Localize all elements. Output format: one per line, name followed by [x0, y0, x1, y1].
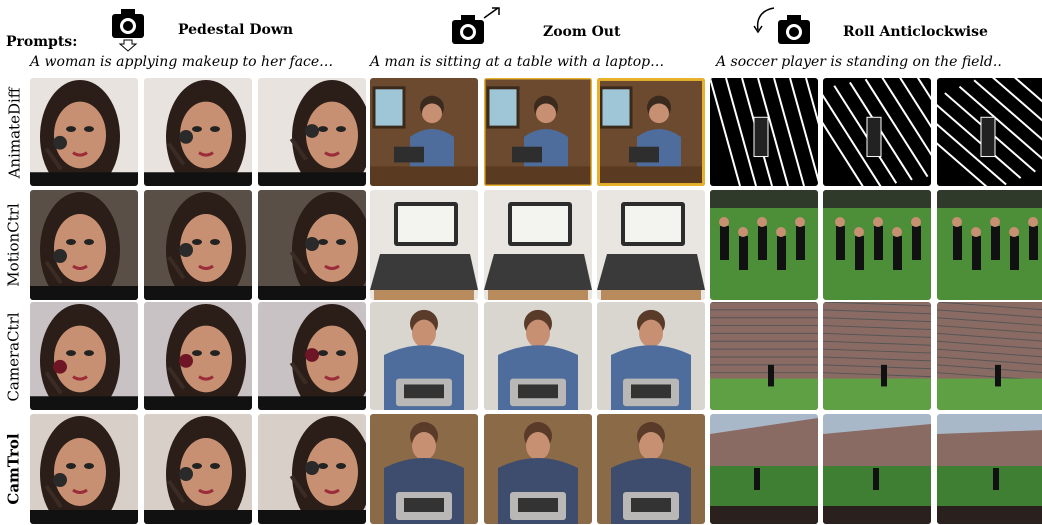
frame-animatediff-makeup-2 — [144, 78, 252, 186]
prompts-label: Prompts: — [6, 34, 78, 50]
frame-motionctrl-laptop-1 — [370, 190, 478, 300]
motion-label-roll-anticlockwise: Roll Anticlockwise — [843, 24, 988, 40]
camera-zoom-out-icon — [450, 6, 506, 52]
prompt-text-2: A man is sitting at a table with a lapto… — [370, 54, 665, 70]
frame-animatediff-soccer-3 — [937, 78, 1042, 186]
frame-cameractrl-soccer-1 — [710, 302, 818, 410]
row-label-camtrol: CamTrol — [5, 433, 23, 505]
camera-roll-anticlockwise-icon — [752, 4, 816, 52]
motion-label-zoom-out: Zoom Out — [543, 24, 621, 40]
frame-camtrol-makeup-1 — [30, 414, 138, 524]
frame-motionctrl-soccer-2 — [823, 190, 931, 300]
frame-animatediff-laptop-1 — [370, 78, 478, 186]
row-label-motionctrl: MotionCtrl — [5, 203, 24, 287]
frame-animatediff-makeup-1 — [30, 78, 138, 186]
frame-motionctrl-soccer-1 — [710, 190, 818, 300]
frame-cameractrl-laptop-1 — [370, 302, 478, 410]
frame-camtrol-soccer-3 — [937, 414, 1042, 524]
frame-animatediff-makeup-3 — [258, 78, 366, 186]
frame-camtrol-makeup-2 — [144, 414, 252, 524]
frame-animatediff-soccer-1 — [710, 78, 818, 186]
prompt-text-3: A soccer player is standing on the field… — [716, 54, 1002, 70]
frame-cameractrl-laptop-2 — [484, 302, 592, 410]
frame-motionctrl-laptop-2 — [484, 190, 592, 300]
frame-camtrol-laptop-3 — [597, 414, 705, 524]
prompt-text-1: A woman is applying makeup to her face… — [30, 54, 334, 70]
camera-pedestal-down-icon — [110, 6, 146, 56]
frame-camtrol-laptop-2 — [484, 414, 592, 524]
row-label-animatediff: AnimateDiff — [5, 87, 23, 179]
frame-camtrol-laptop-1 — [370, 414, 478, 524]
frame-cameractrl-laptop-3 — [597, 302, 705, 410]
frame-camtrol-soccer-1 — [710, 414, 818, 524]
frame-motionctrl-makeup-2 — [144, 190, 252, 300]
motion-label-pedestal-down: Pedestal Down — [178, 22, 294, 38]
frame-animatediff-laptop-3 — [597, 78, 705, 186]
frame-camtrol-soccer-2 — [823, 414, 931, 524]
frame-motionctrl-soccer-3 — [937, 190, 1042, 300]
frame-camtrol-makeup-3 — [258, 414, 366, 524]
row-label-cameractrl: CameraCtrl — [5, 312, 24, 402]
frame-cameractrl-soccer-2 — [823, 302, 931, 410]
frame-animatediff-soccer-2 — [823, 78, 931, 186]
frame-motionctrl-laptop-3 — [597, 190, 705, 300]
frame-cameractrl-makeup-2 — [144, 302, 252, 410]
frame-motionctrl-makeup-3 — [258, 190, 366, 300]
frame-motionctrl-makeup-1 — [30, 190, 138, 300]
frame-cameractrl-makeup-1 — [30, 302, 138, 410]
frame-cameractrl-makeup-3 — [258, 302, 366, 410]
frame-animatediff-laptop-2 — [484, 78, 592, 186]
frame-cameractrl-soccer-3 — [937, 302, 1042, 410]
